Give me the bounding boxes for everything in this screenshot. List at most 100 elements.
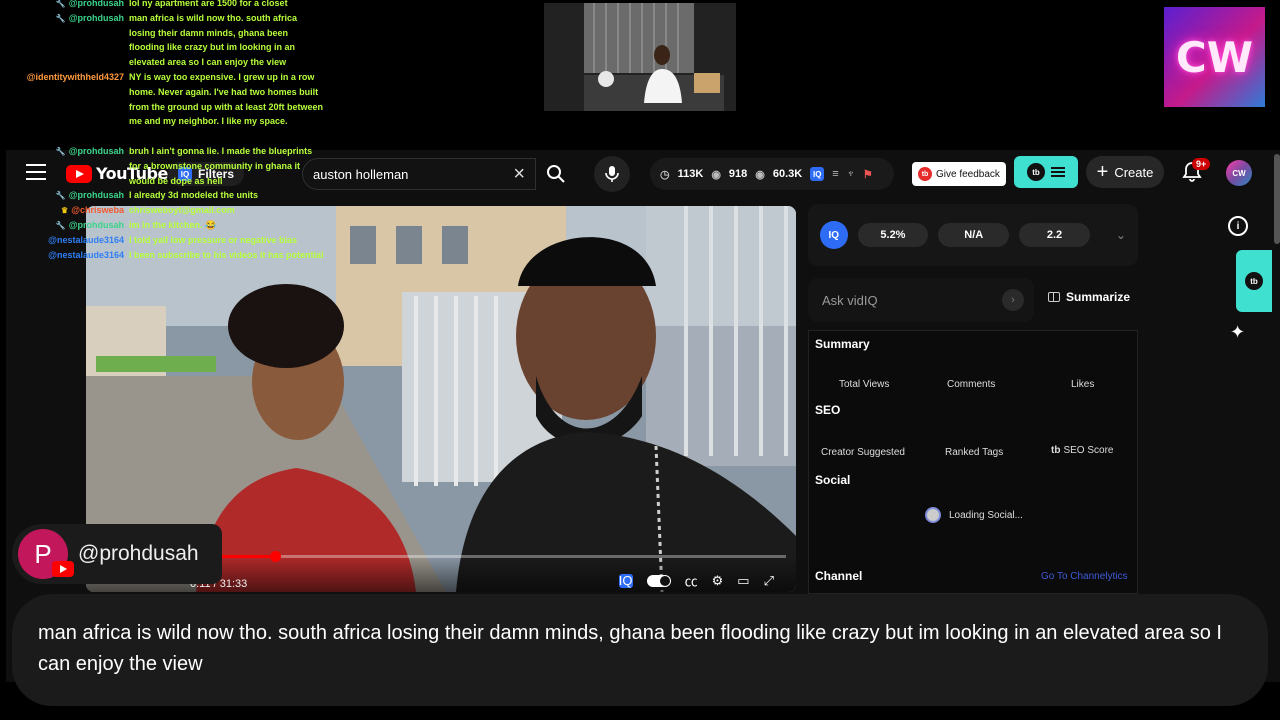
- player-right-controls: IQ ㏄ ⚙ ▭ ⤢: [618, 571, 774, 590]
- wrench-icon: 🔧: [55, 13, 66, 23]
- wrench-icon: 🔧: [55, 147, 66, 156]
- loading-social-text: Loading Social...: [949, 509, 1023, 521]
- notification-count-badge: 9+: [1192, 158, 1211, 170]
- webcam-feed: [544, 3, 736, 111]
- wrench-icon: 🔧: [55, 191, 66, 201]
- create-button[interactable]: + Create: [1086, 156, 1164, 188]
- plus-icon: +: [1096, 161, 1109, 183]
- tubebuddy-menu-button[interactable]: tb: [1014, 156, 1078, 188]
- chevron-right-icon[interactable]: ›: [1002, 289, 1024, 311]
- chat-username-text: @prohdusah: [68, 220, 124, 230]
- eye-icon: ◉: [755, 168, 765, 181]
- book-icon: [1048, 292, 1060, 302]
- info-icon[interactable]: i: [1228, 216, 1248, 236]
- list-icon[interactable]: ≡: [832, 168, 838, 180]
- author-username: @prohdusah: [78, 542, 199, 565]
- search-button[interactable]: [536, 158, 576, 190]
- chat-username-text: @prohdusah: [68, 12, 124, 23]
- vidiq-sidebar: IQ 5.2% N/A 2.2 ⌄ Ask vidIQ › Summarize …: [808, 204, 1138, 594]
- account-avatar[interactable]: CW: [1226, 160, 1252, 186]
- summarize-label: Summarize: [1066, 290, 1131, 304]
- summary-title: Summary: [815, 337, 870, 351]
- clear-search-icon[interactable]: ×: [513, 163, 525, 186]
- clock-icon: ◷: [660, 168, 670, 181]
- autoplay-toggle[interactable]: [646, 574, 671, 587]
- chat-username-text: @prohdusah: [68, 190, 124, 201]
- metric-pill: N/A: [938, 223, 1010, 247]
- featured-message-text: man africa is wild now tho. south africa…: [12, 594, 1268, 706]
- chat-username: 🔧 @prohdusah: [0, 188, 124, 204]
- chat-message-text: chrisweboyt@gmail.com: [129, 205, 235, 216]
- stat-views: 113K: [677, 168, 704, 180]
- vidiq-icon[interactable]: IQ: [810, 167, 825, 181]
- vidiq-stats-bar: ◷ 113K ◉ 918 ◉ 60.3K IQ ≡ ♆ ⚑: [650, 158, 894, 190]
- stat-views-2: 60.3K: [772, 168, 803, 180]
- youtube-badge-icon: [52, 561, 74, 577]
- chat-message-text: I been subscribe to his videos it has po…: [129, 249, 324, 260]
- sparkle-icon[interactable]: ✦: [1230, 322, 1245, 343]
- miniplayer-icon[interactable]: ▭: [737, 573, 749, 589]
- tubebuddy-logo-icon: tb: [1245, 272, 1263, 290]
- chat-username-text: @nestalaude3164: [48, 249, 124, 260]
- ask-vidiq-input[interactable]: Ask vidIQ ›: [808, 278, 1034, 322]
- channel-logo: CW: [1164, 7, 1265, 107]
- seo-score-label: tb SEO Score: [1051, 445, 1113, 456]
- vidiq-badge-icon[interactable]: IQ: [820, 221, 848, 249]
- chat-message-text: bruh I ain't gonna lie. I made the bluep…: [129, 146, 313, 186]
- chat-username: @nestalaude3164: [0, 248, 124, 263]
- settings-gear-icon[interactable]: ⚙: [712, 573, 724, 589]
- chat-username: 🔧 @prohdusah: [0, 144, 124, 160]
- avatar-letter: P: [34, 538, 52, 569]
- search-input[interactable]: auston holleman ×: [302, 158, 536, 190]
- metric-pill: 5.2%: [857, 223, 929, 247]
- author-avatar: P: [18, 529, 74, 579]
- fullscreen-icon[interactable]: ⤢: [764, 573, 774, 589]
- channel-title: Channel: [815, 569, 863, 583]
- metric-pill: 2.2: [1019, 223, 1090, 247]
- featured-message-author: P @prohdusah: [12, 524, 222, 584]
- chat-username-text: @chrisweba: [71, 205, 124, 216]
- vidiq-metrics-card: IQ 5.2% N/A 2.2 ⌄: [808, 204, 1138, 266]
- scrubber-handle[interactable]: [270, 551, 282, 562]
- chat-username: 🔧 @prohdusah: [0, 11, 124, 27]
- chat-username: @identitywithheld4327: [0, 70, 124, 85]
- stat-watching: 918: [728, 168, 748, 180]
- chat-username-text: @prohdusah: [68, 146, 124, 156]
- chat-message-text: im in the kitchen. 😂: [129, 220, 217, 230]
- social-loading: Loading Social...: [925, 507, 1023, 523]
- channelytics-link[interactable]: Go To Channelytics: [1041, 571, 1128, 582]
- menu-lines-icon: [1051, 167, 1065, 177]
- summarize-button[interactable]: Summarize: [1048, 290, 1130, 304]
- crown-icon: ♛: [61, 206, 69, 216]
- trophy-icon[interactable]: ♆: [847, 168, 855, 180]
- chat-message-text: lol ny apartment are 1500 for a closet: [129, 0, 288, 8]
- social-title: Social: [815, 473, 851, 487]
- voice-search-button[interactable]: [594, 156, 630, 192]
- alert-icon[interactable]: ⚑: [863, 168, 873, 181]
- create-label: Create: [1114, 164, 1154, 180]
- tubebuddy-side-tab[interactable]: tb: [1236, 250, 1272, 312]
- tubebuddy-logo-icon: tb: [1027, 163, 1045, 181]
- wrench-icon: 🔧: [55, 0, 66, 8]
- chat-username-text: @identitywithheld4327: [26, 72, 124, 82]
- chat-username: ♛ @chrisweba: [0, 203, 124, 219]
- chat-username: @nestalaude3164: [0, 233, 124, 248]
- live-chat-overlay: 🔧 @prohdusah lol ny apartment are 1500 for…: [0, 0, 330, 290]
- chat-username-text: @nestalaude3164: [48, 234, 124, 245]
- give-feedback-button[interactable]: tb Give feedback: [912, 162, 1006, 186]
- seo-title: SEO: [815, 403, 841, 417]
- chat-message-text: NY is way too expensive. I grew up in a …: [129, 72, 324, 127]
- scrollbar[interactable]: [1274, 154, 1280, 244]
- chat-message-text: I told yall low pressure or negative bia…: [129, 234, 298, 245]
- total-views-label: Total Views: [839, 379, 890, 390]
- vidiq-player-icon[interactable]: IQ: [618, 573, 633, 588]
- loading-spinner-icon: [925, 507, 941, 523]
- wrench-icon: 🔧: [55, 221, 66, 230]
- creator-suggested-label: Creator Suggested: [821, 447, 905, 458]
- chat-message-text: I already 3d modeled the units: [129, 190, 259, 201]
- captions-icon[interactable]: ㏄: [685, 571, 698, 590]
- give-feedback-label: Give feedback: [936, 168, 1000, 180]
- chat-username-text: @prohdusah: [68, 0, 124, 8]
- chevron-down-icon[interactable]: ⌄: [1116, 228, 1126, 242]
- likes-label: Likes: [1071, 379, 1095, 390]
